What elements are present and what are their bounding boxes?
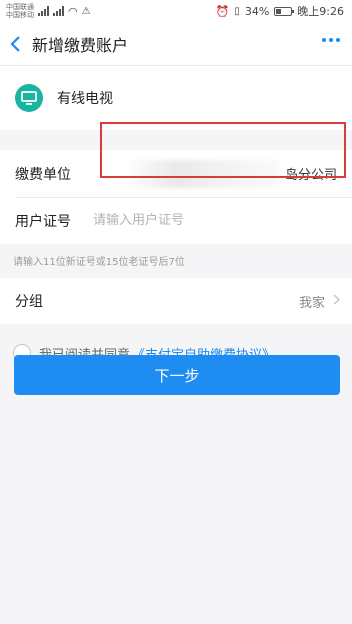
unit-row[interactable]: 缴费单位 岛分公司 bbox=[0, 150, 352, 197]
signal-icon-2 bbox=[53, 6, 64, 16]
back-arrow-svg bbox=[10, 35, 20, 52]
signal-icon bbox=[38, 6, 49, 16]
alarm-icon: ⏰ bbox=[215, 4, 230, 18]
unit-label: 缴费单位 bbox=[15, 166, 71, 183]
account-form: 缴费单位 岛分公司 用户证号 bbox=[0, 150, 352, 244]
battery-percent: 34% bbox=[244, 4, 270, 18]
biller-card: 有线电视 bbox=[0, 66, 352, 130]
chevron-left-icon[interactable] bbox=[0, 22, 30, 66]
id-row: 用户证号 bbox=[0, 197, 352, 244]
group-value: 我家 bbox=[298, 295, 325, 311]
more-dots-icon[interactable] bbox=[322, 38, 340, 42]
nav-bar: 新增缴费账户 bbox=[0, 22, 352, 66]
carrier-names: 中国联通 中国移动 bbox=[6, 3, 34, 19]
redacted-blur bbox=[130, 160, 280, 188]
battery-icon bbox=[274, 6, 295, 16]
id-hint: 请输入11位新证号或15位老证号后7位 bbox=[13, 257, 185, 268]
notification-icon: ⚠ bbox=[81, 5, 91, 17]
biller-name: 有线电视 bbox=[57, 91, 113, 107]
id-label: 用户证号 bbox=[15, 213, 71, 230]
chevron-right-icon bbox=[333, 293, 341, 309]
next-button[interactable]: 下一步 bbox=[14, 355, 340, 395]
carrier-2: 中国移动 bbox=[6, 11, 34, 19]
status-bar: 中国联通 中国移动 ◠ ⚠ ⏰ ▯ 34% 晚上9:26 bbox=[0, 0, 352, 22]
vibrate-icon: ▯ bbox=[234, 5, 240, 17]
user-id-input[interactable] bbox=[93, 213, 337, 228]
battery-fill bbox=[276, 8, 282, 14]
tv-icon bbox=[15, 84, 43, 112]
group-label: 分组 bbox=[15, 294, 43, 310]
carrier-1: 中国联通 bbox=[6, 3, 34, 11]
tv-icon-svg bbox=[21, 91, 37, 105]
status-right: ⏰ ▯ 34% 晚上9:26 bbox=[216, 3, 344, 19]
clock: 晚上9:26 bbox=[297, 5, 344, 18]
group-row[interactable]: 分组 我家 bbox=[0, 278, 352, 324]
page-title: 新增缴费账户 bbox=[32, 35, 129, 55]
status-left: 中国联通 中国移动 ◠ ⚠ bbox=[6, 3, 91, 19]
wifi-icon: ◠ bbox=[68, 4, 78, 18]
